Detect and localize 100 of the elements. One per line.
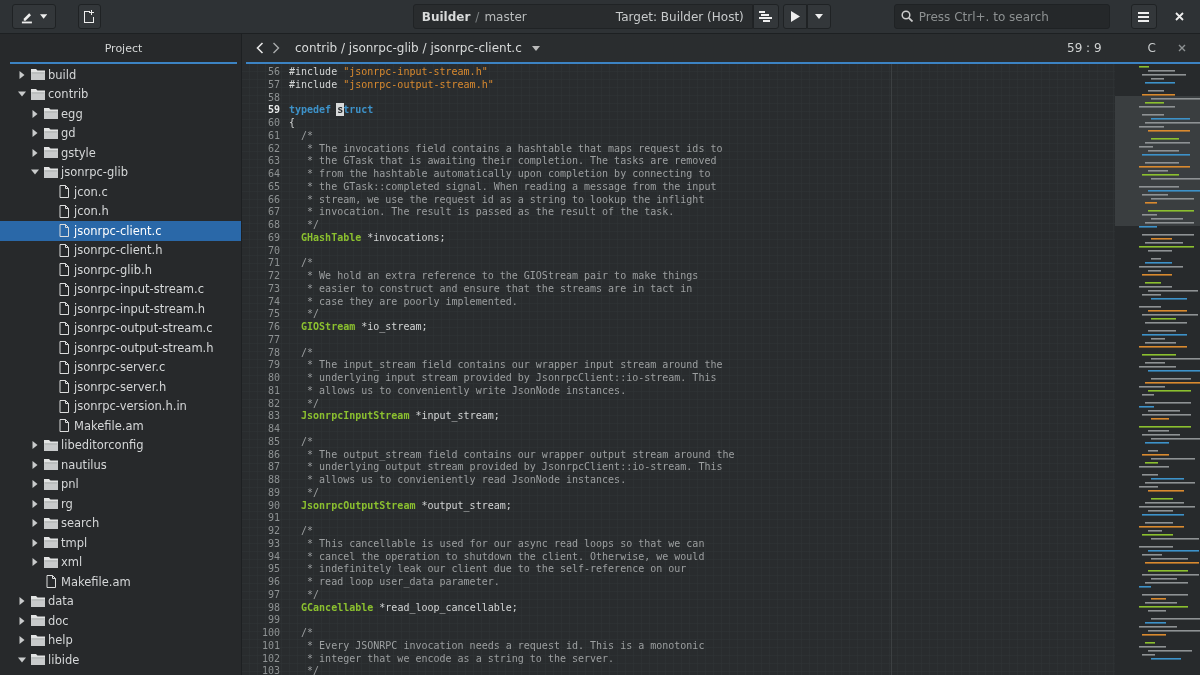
tree-item[interactable]: Makefile.am — [0, 572, 241, 592]
expand-arrow-icon[interactable] — [18, 636, 26, 645]
new-document-icon — [83, 9, 96, 24]
file-icon — [57, 380, 71, 394]
expand-arrow-icon[interactable] — [31, 558, 39, 567]
folder-icon — [44, 536, 58, 550]
expand-arrow-icon[interactable] — [18, 616, 26, 625]
tree-item[interactable]: gd — [0, 123, 241, 143]
expand-arrow-icon[interactable] — [31, 441, 39, 450]
tree-item[interactable]: nautilus — [0, 455, 241, 475]
folder-icon — [44, 146, 58, 160]
folder-icon — [44, 497, 58, 511]
tree-item[interactable]: libide — [0, 650, 241, 670]
tree-item[interactable]: doc — [0, 611, 241, 631]
menu-button[interactable] — [1130, 4, 1157, 29]
line-number: 96 — [266, 576, 281, 589]
line-number: 56 — [266, 66, 281, 79]
line-number: 73 — [266, 282, 281, 296]
file-icon — [57, 204, 71, 218]
tree-item[interactable]: build — [0, 65, 241, 85]
collapse-arrow-icon[interactable] — [31, 168, 39, 177]
expand-arrow-icon[interactable] — [18, 70, 26, 79]
collapse-arrow-icon[interactable] — [18, 90, 26, 99]
code-line: * We hold an extra reference to the GIOStream pair to make things — [306, 270, 699, 283]
tree-item[interactable]: search — [0, 513, 241, 533]
tree-item[interactable]: rg — [0, 494, 241, 514]
code-line: /* — [300, 129, 314, 143]
code-line: * the GTask::completed signal. When reading a message from the input — [306, 180, 717, 194]
file-icon — [57, 282, 71, 296]
pen-dropdown-button[interactable] — [12, 4, 56, 29]
expand-arrow-icon[interactable] — [31, 460, 39, 469]
language-button[interactable]: C — [1147, 41, 1156, 55]
close-icon — [1178, 44, 1186, 52]
code-line: GHashTable *invocations; — [300, 231, 446, 245]
code-line: */ — [306, 486, 320, 500]
tree-item[interactable]: Makefile.am — [0, 416, 241, 436]
play-icon — [789, 11, 800, 22]
tree-item[interactable]: jcon.c — [0, 182, 241, 202]
code-line: * stream, we use the request id as a string to lookup the inflight — [306, 193, 705, 207]
code-line: * invocation. The result is passed as the result of the task. — [306, 206, 675, 219]
run-button[interactable] — [782, 4, 807, 29]
tree-item[interactable]: jsonrpc-output-stream.h — [0, 338, 241, 358]
line-number: 90 — [266, 499, 281, 513]
tree-item[interactable]: jsonrpc-output-stream.c — [0, 318, 241, 338]
folder-icon — [31, 594, 45, 608]
folder-icon — [44, 516, 58, 530]
tree-item[interactable]: jcon.h — [0, 201, 241, 221]
tree-item[interactable]: jsonrpc-server.c — [0, 357, 241, 377]
tree-item[interactable]: jsonrpc-version.h.in — [0, 396, 241, 416]
expand-arrow-icon[interactable] — [18, 597, 26, 606]
panel-title: Project — [10, 34, 237, 64]
code-line: * easier to construct and ensure that the streams are in tact in — [306, 282, 693, 296]
line-number: 69 — [266, 231, 281, 245]
build-target: Target: Builder (Host) — [615, 9, 744, 24]
file-icon — [57, 321, 71, 335]
line-number: 68 — [266, 219, 281, 232]
tree-item[interactable]: data — [0, 591, 241, 611]
expand-arrow-icon[interactable] — [31, 129, 39, 138]
expand-arrow-icon[interactable] — [31, 148, 39, 157]
branch-name: master — [484, 9, 527, 24]
tree-item[interactable]: gstyle — [0, 143, 241, 163]
code-line: * indefinitely leak our client due to the self-reference on our — [306, 563, 687, 576]
expand-arrow-icon[interactable] — [31, 480, 39, 489]
code-line: */ — [306, 397, 320, 411]
line-number: 75 — [266, 308, 281, 321]
code-line: * cancel the operation to shutdown the client. Otherwise, we would — [306, 550, 705, 564]
tree-item[interactable]: xml — [0, 552, 241, 572]
build-button[interactable] — [752, 4, 779, 29]
collapse-arrow-icon[interactable] — [18, 655, 26, 664]
tree-item[interactable]: jsonrpc-client.h — [0, 240, 241, 260]
code-line: #include "jsonrpc-output-stream.h" — [289, 78, 494, 92]
tree-item[interactable]: tmpl — [0, 533, 241, 553]
search-icon — [900, 10, 913, 22]
tree-item[interactable]: help — [0, 630, 241, 650]
tree-item[interactable]: jsonrpc-client.c — [0, 221, 241, 241]
line-number: 58 — [266, 91, 281, 105]
close-file-button[interactable] — [1176, 42, 1188, 54]
tree-item[interactable]: contrib — [0, 84, 241, 104]
tree-item[interactable]: libeditorconfig — [0, 435, 241, 455]
new-document-button[interactable] — [78, 4, 101, 29]
file-path-dropdown[interactable]: contrib / jsonrpc-glib / jsonrpc-client.c — [295, 41, 540, 55]
expand-arrow-icon[interactable] — [31, 519, 39, 528]
line-number: 71 — [266, 257, 281, 270]
line-number: 76 — [266, 321, 281, 334]
expand-arrow-icon[interactable] — [31, 538, 39, 547]
line-number: 79 — [266, 359, 281, 372]
file-icon — [57, 302, 71, 316]
expand-arrow-icon[interactable] — [31, 109, 39, 118]
tree-item[interactable]: jsonrpc-glib — [0, 162, 241, 182]
run-options-button[interactable] — [806, 4, 831, 29]
line-number: 59 — [266, 104, 281, 117]
tree-item[interactable]: jsonrpc-server.h — [0, 377, 241, 397]
line-number: 57 — [266, 78, 281, 92]
tree-item[interactable]: jsonrpc-input-stream.h — [0, 299, 241, 319]
expand-arrow-icon[interactable] — [31, 499, 39, 508]
tree-item[interactable]: jsonrpc-input-stream.c — [0, 279, 241, 299]
tree-item[interactable]: pnl — [0, 474, 241, 494]
tree-item[interactable]: egg — [0, 104, 241, 124]
tree-item[interactable]: jsonrpc-glib.h — [0, 260, 241, 280]
search-field[interactable]: Press Ctrl+. to search — [893, 4, 1110, 29]
